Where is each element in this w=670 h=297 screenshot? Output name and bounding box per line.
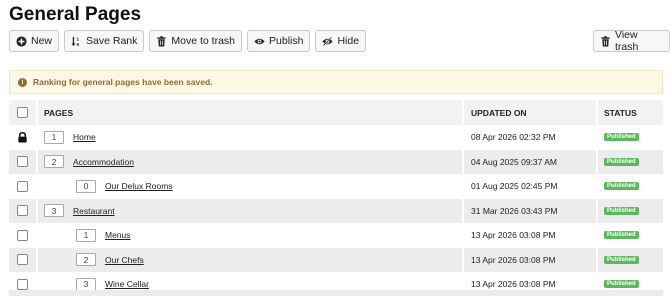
hide-button-label: Hide — [337, 35, 360, 47]
table-row — [9, 290, 663, 296]
page-link[interactable]: Menus — [105, 230, 131, 240]
status-cell: Published — [598, 174, 663, 199]
rank-input[interactable]: 3 — [76, 277, 96, 291]
page-link[interactable]: Our Delux Rooms — [105, 181, 173, 191]
status-badge: Published — [604, 133, 639, 142]
page-link[interactable]: Accommodation — [73, 157, 134, 167]
page-link[interactable]: Our Chefs — [105, 255, 144, 265]
lock-icon — [17, 131, 28, 143]
trash-icon — [156, 35, 167, 47]
svg-text:1: 1 — [77, 36, 80, 41]
rank-input[interactable]: 2 — [76, 253, 96, 267]
publish-button[interactable]: Publish — [247, 30, 311, 52]
updated-on-cell: 13 Apr 2026 03:08 PM — [464, 247, 598, 272]
eye-slash-icon — [322, 36, 334, 47]
table-row: 2 Our Chefs 13 Apr 2026 03:08 PM Publish… — [9, 247, 663, 272]
table-row: 1 Home 08 Apr 2026 02:32 PM Published — [9, 125, 663, 150]
status-badge: Published — [604, 182, 639, 191]
move-to-trash-button[interactable]: Move to trash — [149, 30, 243, 52]
status-badge: Published — [604, 255, 639, 264]
page-link[interactable]: Wine Cellar — [105, 279, 149, 289]
row-select-cell — [9, 223, 38, 248]
page-cell: 1 Home — [38, 125, 464, 150]
status-badge: Published — [604, 231, 639, 240]
page-link[interactable]: Home — [73, 132, 96, 142]
save-rank-button[interactable]: 19 Save Rank — [64, 30, 145, 52]
table-row: 0 Our Delux Rooms 01 Aug 2025 02:45 PM P… — [9, 174, 663, 199]
plus-circle-icon — [16, 35, 27, 47]
status-cell: Published — [598, 223, 663, 248]
updated-on-cell: 13 Apr 2026 03:08 PM — [464, 223, 598, 248]
toolbar: New 19 Save Rank Move to trash Publish H… — [9, 30, 367, 52]
updated-on-cell: 01 Aug 2025 02:45 PM — [464, 174, 598, 199]
table-row: 1 Menus 13 Apr 2026 03:08 PM Published — [9, 223, 663, 248]
page-title: General Pages — [9, 4, 142, 25]
status-cell: Published — [598, 198, 663, 223]
row-select-cell — [9, 125, 38, 150]
page-cell: 3 Restaurant — [38, 198, 464, 223]
row-checkbox[interactable] — [17, 254, 28, 266]
updated-on-cell: 31 Mar 2026 03:43 PM — [464, 198, 598, 223]
page-cell: 2 Our Chefs — [38, 247, 464, 272]
rank-input[interactable]: 0 — [76, 179, 96, 193]
success-alert: i Ranking for general pages have been sa… — [9, 70, 663, 94]
row-checkbox[interactable] — [17, 278, 28, 290]
row-checkbox[interactable] — [17, 205, 28, 217]
publish-button-label: Publish — [269, 35, 304, 47]
hide-button[interactable]: Hide — [315, 30, 367, 52]
new-button-label: New — [31, 35, 53, 47]
row-select-cell — [9, 247, 38, 272]
view-trash-button[interactable]: View trash — [593, 29, 670, 53]
sort-numeric-icon: 19 — [71, 36, 82, 47]
eye-icon — [254, 36, 265, 47]
move-to-trash-button-label: Move to trash — [171, 35, 236, 47]
status-cell: Published — [598, 125, 663, 150]
rank-input[interactable]: 2 — [44, 155, 64, 169]
status-badge: Published — [604, 157, 639, 166]
page-cell: 1 Menus — [38, 223, 464, 248]
updated-on-cell: 08 Apr 2026 02:32 PM — [464, 125, 598, 150]
view-trash-button-label: View trash — [615, 29, 639, 53]
row-checkbox[interactable] — [17, 156, 28, 168]
row-checkbox[interactable] — [17, 229, 28, 241]
status-badge: Published — [604, 206, 639, 215]
row-checkbox[interactable] — [17, 180, 28, 192]
new-button[interactable]: New — [9, 30, 60, 52]
save-rank-button-label: Save Rank — [86, 35, 138, 47]
table-row: 2 Accommodation 04 Aug 2025 09:37 AM Pub… — [9, 149, 663, 174]
updated-on-cell: 04 Aug 2025 09:37 AM — [464, 149, 598, 174]
page-link[interactable]: Restaurant — [73, 206, 115, 216]
select-all-checkbox[interactable] — [17, 107, 28, 118]
rank-input[interactable]: 1 — [44, 130, 64, 144]
svg-text:9: 9 — [77, 42, 80, 47]
header-updated-on: UPDATED ON — [464, 100, 598, 125]
table-header: PAGES UPDATED ON STATUS — [9, 100, 663, 125]
status-badge: Published — [604, 280, 639, 289]
status-cell: Published — [598, 247, 663, 272]
header-status: STATUS — [598, 100, 663, 125]
table-body: 1 Home 08 Apr 2026 02:32 PM Published 2 … — [9, 125, 663, 297]
table-row: 3 Restaurant 31 Mar 2026 03:43 PM Publis… — [9, 198, 663, 223]
pages-table: PAGES UPDATED ON STATUS 1 Home 08 Apr 20… — [9, 100, 663, 297]
header-pages: PAGES — [38, 100, 464, 125]
row-select-cell — [9, 149, 38, 174]
page-cell: 0 Our Delux Rooms — [38, 174, 464, 199]
status-cell: Published — [598, 149, 663, 174]
info-icon: i — [18, 77, 27, 87]
trash-icon — [600, 35, 611, 47]
rank-input[interactable]: 1 — [76, 228, 96, 242]
page-cell: 2 Accommodation — [38, 149, 464, 174]
rank-input[interactable]: 3 — [44, 204, 64, 218]
header-select-cell — [9, 100, 38, 125]
alert-message: Ranking for general pages have been save… — [33, 77, 213, 87]
row-select-cell — [9, 198, 38, 223]
row-select-cell — [9, 174, 38, 199]
